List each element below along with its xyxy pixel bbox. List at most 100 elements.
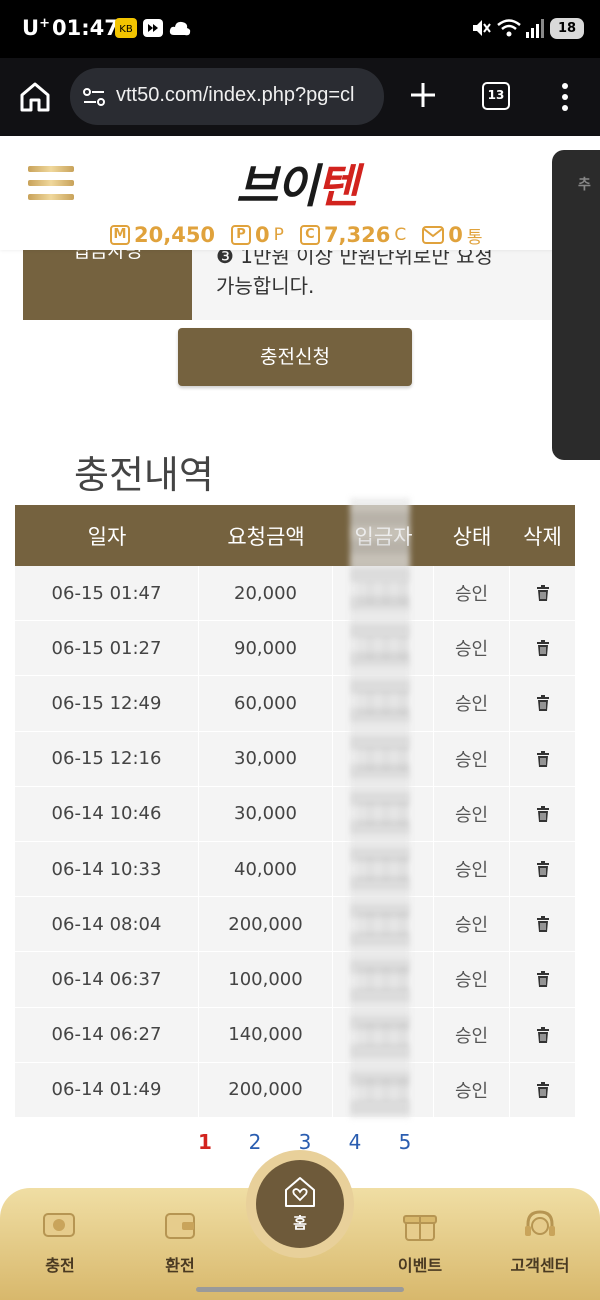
point-badge-icon: P (231, 225, 252, 245)
cell-amount: 20,000 (199, 566, 333, 621)
page-2[interactable]: 2 (230, 1130, 280, 1154)
cell-amount: 90,000 (199, 621, 333, 676)
delete-button[interactable] (510, 676, 575, 730)
trash-icon (536, 640, 549, 657)
cell-status: 승인 (434, 952, 510, 1007)
table-row: 06-14 10:46 30,000 승인 (15, 786, 575, 842)
side-panel-peek[interactable]: 추 (552, 150, 600, 460)
more-menu-icon[interactable] (555, 80, 575, 114)
app-notification-icon: KB (115, 18, 137, 38)
charge-history-table: 일자 요청금액 입금자 상태 삭제 06-15 01:4720,000승인06-… (15, 505, 575, 1118)
balance-bar: M 20,450 P0P C 7,326 C 0통 (110, 222, 483, 248)
table-header: 일자 요청금액 입금자 상태 삭제 (15, 505, 575, 566)
table-row: 06-14 10:33 40,000 승인 (15, 841, 575, 898)
trash-icon (536, 971, 549, 988)
cell-amount: 140,000 (199, 1007, 333, 1062)
cell-date: 06-14 08:04 (15, 897, 199, 952)
cell-status: 승인 (434, 1062, 510, 1117)
money-balance: M 20,450 (110, 223, 215, 247)
hamburger-menu-icon[interactable] (28, 166, 74, 206)
status-bar: U+ 01:47 KB 18 (0, 0, 600, 58)
nav-support[interactable]: 고객센터 (500, 1208, 580, 1276)
delete-button[interactable] (510, 1008, 575, 1062)
cell-amount: 30,000 (199, 786, 333, 841)
tab-switcher-button[interactable]: 13 (482, 82, 510, 110)
page-4[interactable]: 4 (330, 1130, 380, 1154)
cell-status: 승인 (434, 897, 510, 952)
cloud-notification-icon (169, 21, 191, 36)
notice-text-line2: 가능합니다. (216, 274, 315, 298)
table-row: 06-14 06:27 140,000 승인 (15, 1007, 575, 1063)
table-row: 06-14 06:37 100,000 승인 (15, 952, 575, 1008)
trash-icon (536, 750, 549, 767)
cell-date: 06-14 06:37 (15, 952, 199, 1007)
url-text[interactable]: vtt50.com/index.php?pg=cl (116, 84, 355, 107)
delete-button[interactable] (510, 1063, 575, 1117)
delete-button[interactable] (510, 732, 575, 786)
charge-request-button[interactable]: 충전신청 (178, 328, 412, 386)
cell-date: 06-14 06:27 (15, 1007, 199, 1062)
cell-amount: 200,000 (199, 1062, 333, 1117)
cell-status: 승인 (434, 841, 510, 897)
envelope-icon (422, 226, 445, 244)
cell-amount: 40,000 (199, 841, 333, 897)
col-date: 일자 (87, 524, 127, 549)
delete-button[interactable] (510, 621, 575, 675)
delete-button[interactable] (510, 566, 575, 620)
svg-text:KB: KB (119, 24, 133, 35)
cell-status: 승인 (434, 1007, 510, 1062)
table-row: 06-15 12:49 60,000 승인 (15, 676, 575, 732)
browser-home-icon[interactable] (18, 80, 52, 114)
cell-date: 06-14 10:33 (15, 841, 199, 897)
col-status: 상태 (452, 524, 492, 549)
depositor-label: 입금자명 (23, 240, 192, 320)
table-body: 06-15 01:47 20,000 승인 06-15 01:27 90,000 승인 06… (15, 566, 575, 1118)
media-notification-icon (143, 19, 163, 37)
cell-status: 승인 (434, 786, 510, 841)
new-tab-icon[interactable] (406, 78, 440, 112)
trash-icon (536, 695, 549, 712)
cell-date: 06-15 12:49 (15, 676, 199, 731)
page-1[interactable]: 1 (180, 1130, 230, 1154)
section-title: 충전내역 (74, 453, 214, 497)
nav-exchange[interactable]: 환전 (140, 1208, 220, 1276)
headset-icon (525, 1210, 555, 1236)
cell-date: 06-14 01:49 (15, 1062, 199, 1117)
clock: 01:47 (52, 16, 119, 40)
home-heart-icon (285, 1177, 315, 1207)
gift-icon (403, 1215, 437, 1241)
nav-event[interactable]: 이벤트 (380, 1208, 460, 1276)
nav-home[interactable]: 홈 (256, 1160, 344, 1248)
redacted-column-overlay (350, 498, 410, 1118)
page-5[interactable]: 5 (380, 1130, 430, 1154)
delete-button[interactable] (510, 897, 575, 951)
wallet-icon (165, 1213, 195, 1239)
cell-status: 승인 (434, 731, 510, 786)
point-balance: P0P (231, 223, 284, 247)
delete-button[interactable] (510, 952, 575, 1006)
mute-icon (473, 20, 491, 36)
trash-icon (536, 916, 549, 933)
delete-button[interactable] (510, 787, 575, 841)
trash-icon (536, 1026, 549, 1043)
address-bar[interactable]: vtt50.com/index.php?pg=cl (70, 68, 384, 125)
message-count[interactable]: 0통 (422, 223, 483, 248)
table-row: 06-14 08:04 200,000 승인 (15, 897, 575, 953)
delete-button[interactable] (510, 842, 575, 896)
cell-date: 06-15 12:16 (15, 731, 199, 786)
trash-icon (536, 585, 549, 602)
carrier-label: U+ (22, 16, 50, 40)
cell-amount: 100,000 (199, 952, 333, 1007)
cell-amount: 60,000 (199, 676, 333, 731)
cell-status: 승인 (434, 566, 510, 621)
site-logo[interactable]: 브이텐 (236, 150, 359, 216)
charge-icon (43, 1213, 75, 1237)
coin-balance: C 7,326 C (299, 223, 406, 247)
site-settings-icon[interactable] (82, 86, 106, 108)
cell-amount: 30,000 (199, 731, 333, 786)
coin-badge-icon: C (299, 225, 320, 245)
gesture-bar (196, 1287, 404, 1292)
table-row: 06-14 01:49 200,000 승인 (15, 1062, 575, 1118)
table-row: 06-15 01:27 90,000 승인 (15, 621, 575, 677)
nav-charge[interactable]: 충전 (20, 1208, 100, 1276)
